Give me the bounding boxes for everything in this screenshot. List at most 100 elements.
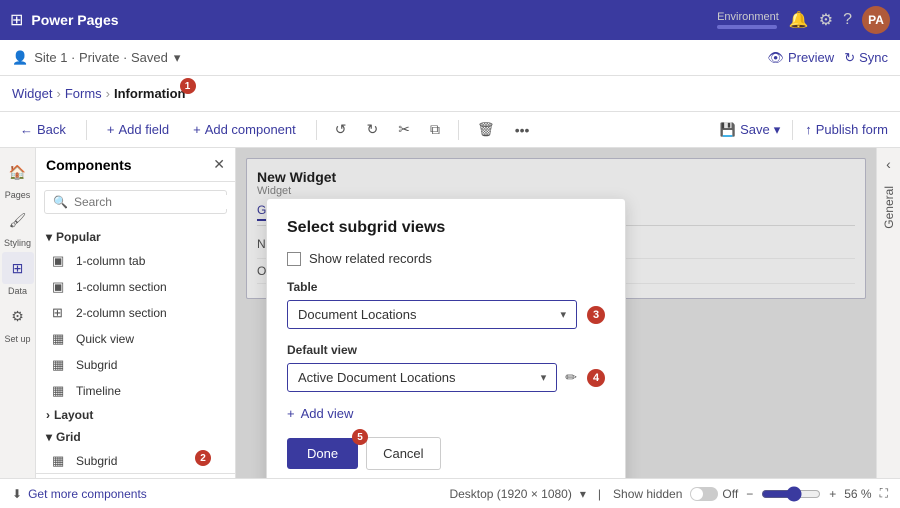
get-more-icon: ⬇	[12, 487, 22, 501]
add-view-link[interactable]: + Add view	[287, 406, 605, 421]
delete-button[interactable]: 🗑	[471, 117, 501, 142]
done-wrap: Done 5	[287, 437, 358, 470]
item-label: Subgrid	[76, 454, 117, 468]
search-icon: 🔍	[53, 195, 68, 209]
save-button[interactable]: 💾 Save ▾	[720, 122, 780, 138]
list-item[interactable]: ▦ Timeline	[36, 378, 235, 404]
search-input[interactable]	[74, 195, 229, 209]
breadcrumb: Widget › Forms › Information 1	[12, 86, 186, 101]
sync-button[interactable]: ↻ Sync	[844, 50, 888, 66]
breadcrumb-sep1: ›	[56, 86, 60, 101]
breadcrumb-forms[interactable]: Forms	[65, 86, 102, 101]
panel-title: Components	[46, 157, 132, 173]
second-bar: 👤 Site 1 · Private · Saved ▾ 👁 Preview ↻…	[0, 40, 900, 76]
tab-icon: ▣	[52, 253, 68, 269]
cut-button[interactable]: ✂	[392, 117, 416, 142]
save-icon: 💾	[720, 122, 736, 138]
edit-view-icon[interactable]: ✏	[565, 369, 577, 386]
add-component-icon: +	[193, 122, 201, 137]
list-item[interactable]: ▦ Subgrid 2	[36, 448, 235, 473]
toggle-track[interactable]	[690, 487, 718, 501]
table-select[interactable]: Document Locations ▾	[287, 300, 577, 329]
get-more-bottom-label[interactable]: Get more components	[28, 487, 147, 501]
table-label: Table	[287, 280, 605, 294]
bottom-left: ⬇ Get more components	[12, 487, 147, 501]
styling-icon[interactable]: 🖌	[2, 204, 34, 236]
settings-icon[interactable]: ⚙	[819, 10, 833, 30]
item-label: Timeline	[76, 384, 121, 398]
toggle-state-label: Off	[722, 487, 738, 501]
setup-icon[interactable]: ⚙	[2, 300, 34, 332]
back-label: Back	[37, 122, 66, 137]
show-related-label: Show related records	[309, 251, 432, 266]
dialog-buttons: Done 5 Cancel	[287, 437, 605, 470]
data-icon[interactable]: ⊞	[2, 252, 34, 284]
bottom-bar: ⬇ Get more components Desktop (1920 × 10…	[0, 478, 900, 508]
site-chevron-icon[interactable]: ▾	[174, 50, 181, 66]
list-item[interactable]: ▦ Subgrid	[36, 352, 235, 378]
cancel-button[interactable]: Cancel	[366, 437, 440, 470]
show-hidden-toggle[interactable]: Off	[690, 487, 738, 501]
preview-button[interactable]: 👁 Preview	[767, 50, 834, 66]
canvas-area: New Widget Widget General Related ••• Na…	[236, 148, 876, 508]
add-field-button[interactable]: + Add field	[99, 118, 177, 141]
item-label: Subgrid	[76, 358, 117, 372]
breadcrumb-widget[interactable]: Widget	[12, 86, 52, 101]
add-field-icon: +	[107, 122, 115, 137]
site-icon: 👤	[12, 50, 28, 66]
pages-nav: 🏠 Pages	[2, 156, 34, 200]
add-component-button[interactable]: + Add component	[185, 118, 304, 141]
panel-header: Components ✕	[36, 148, 235, 182]
data-label: Data	[8, 286, 27, 296]
environment-label: Environment	[717, 11, 779, 23]
view-chevron-icon: ▾	[541, 371, 547, 384]
toolbar-sep3	[458, 120, 459, 140]
help-icon[interactable]: ?	[843, 11, 852, 29]
pages-icon[interactable]: 🏠	[2, 156, 34, 188]
list-item[interactable]: ▣ 1-column tab	[36, 248, 235, 274]
avatar[interactable]: PA	[862, 6, 890, 34]
fullscreen-icon[interactable]: ⛶	[880, 486, 888, 501]
list-item[interactable]: ⊞ 2-column section	[36, 300, 235, 326]
copy-button[interactable]: ⧉	[424, 117, 446, 142]
list-item[interactable]: ▣ 1-column section	[36, 274, 235, 300]
item-label: 1-column tab	[76, 254, 145, 268]
more-button[interactable]: •••	[509, 118, 536, 142]
toolbar-sep2	[316, 120, 317, 140]
list-item[interactable]: ▦ Quick view	[36, 326, 235, 352]
show-hidden-label: Show hidden	[613, 487, 682, 501]
table-select-value: Document Locations	[298, 307, 417, 322]
item-label: Quick view	[76, 332, 134, 346]
section2-icon: ⊞	[52, 305, 68, 321]
save-chevron-icon[interactable]: ▾	[774, 122, 781, 138]
toolbar-sep4	[792, 120, 793, 140]
data-nav: ⊞ Data	[2, 252, 34, 296]
subgrid2-icon: ▦	[52, 453, 68, 469]
notification-icon[interactable]: 🔔	[789, 10, 809, 30]
add-view-icon: +	[287, 406, 295, 421]
search-box: 🔍	[44, 190, 227, 214]
collapse-panel-icon[interactable]: ‹	[882, 152, 895, 176]
section-layout[interactable]: › Layout	[36, 404, 235, 426]
minus-icon[interactable]: −	[746, 487, 753, 501]
plus-icon[interactable]: +	[829, 487, 836, 501]
undo-button[interactable]: ↺	[329, 117, 353, 142]
default-view-select[interactable]: Active Document Locations ▾	[287, 363, 557, 392]
default-view-value: Active Document Locations	[298, 370, 456, 385]
popular-label: Popular	[56, 230, 101, 244]
subgrid-badge: 2	[195, 450, 211, 466]
general-tab-label[interactable]: General	[878, 176, 900, 239]
done-button[interactable]: Done	[287, 438, 358, 469]
show-related-checkbox[interactable]	[287, 252, 301, 266]
section-popular[interactable]: ▾ Popular	[36, 226, 235, 248]
zoom-slider[interactable]	[761, 486, 821, 502]
redo-button[interactable]: ↻	[361, 117, 385, 142]
publish-button[interactable]: ↑ Publish form	[805, 122, 888, 137]
section-grid[interactable]: ▾ Grid	[36, 426, 235, 448]
styling-label: Styling	[4, 238, 31, 248]
item-label: 2-column section	[76, 306, 167, 320]
close-panel-button[interactable]: ✕	[213, 156, 225, 173]
desktop-label[interactable]: Desktop (1920 × 1080)	[449, 487, 571, 501]
desktop-chevron-icon[interactable]: ▾	[580, 487, 586, 501]
back-button[interactable]: ← Back	[12, 118, 74, 141]
